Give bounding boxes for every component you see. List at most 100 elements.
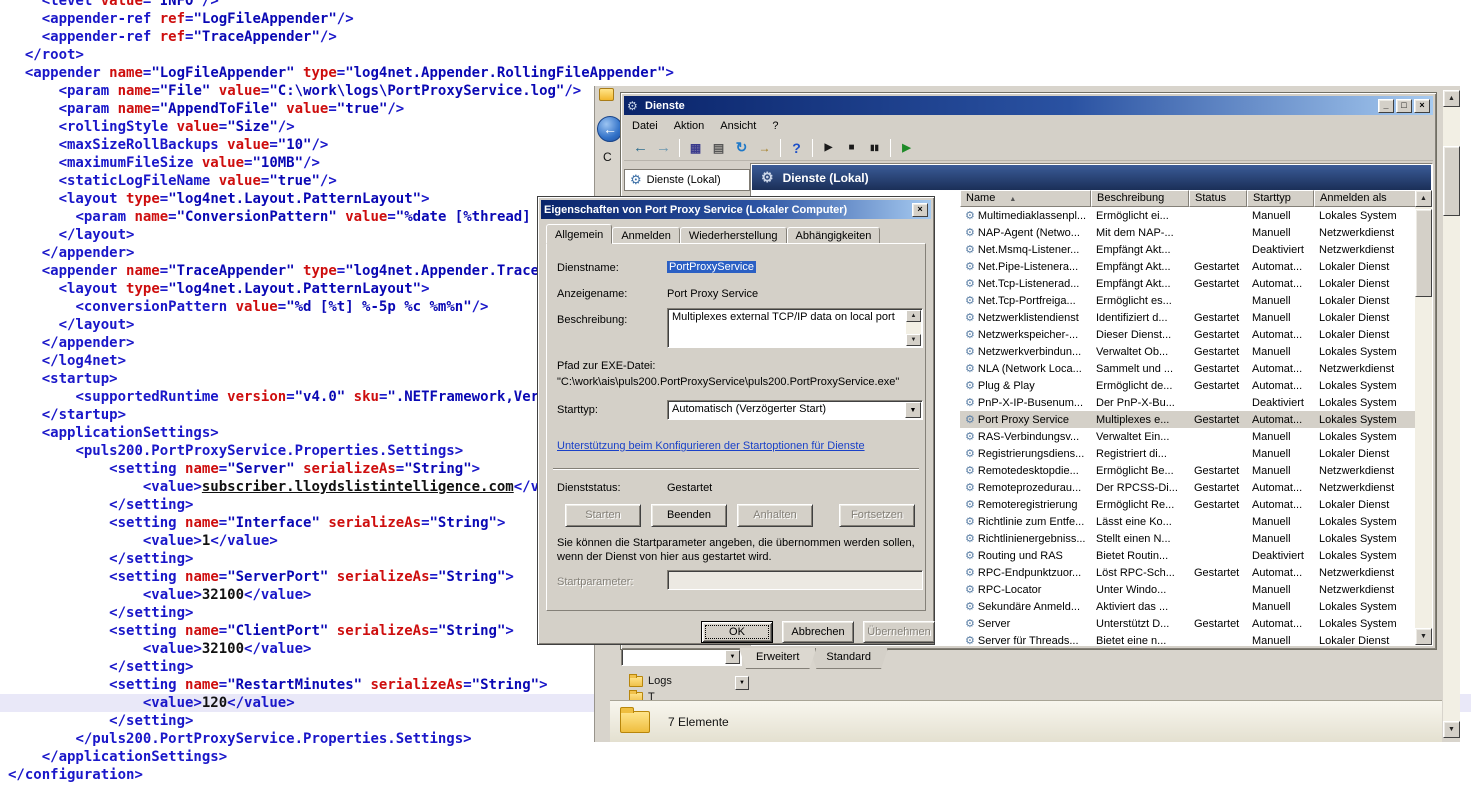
close-button[interactable]: × — [1414, 99, 1430, 113]
column-header-starttyp[interactable]: Starttyp — [1247, 190, 1314, 207]
service-row[interactable]: ⚙Netzwerkspeicher-...Dieser Dienst...Ges… — [960, 326, 1415, 343]
service-row[interactable]: ⚙RPC-LocatorUnter Windo...ManuellNetzwer… — [960, 581, 1415, 598]
service-row[interactable]: ⚙Net.Pipe-Listenera...Empfängt Akt...Ges… — [960, 258, 1415, 275]
service-row[interactable]: ⚙Richtlinienergebniss...Stellt einen N..… — [960, 530, 1415, 547]
maximize-button[interactable]: □ — [1396, 99, 1412, 113]
code-line: <appender name="LogFileAppender" type="l… — [0, 64, 1471, 82]
scroll-down-icon[interactable]: ▼ — [1443, 721, 1460, 738]
dienstname-value[interactable]: PortProxyService — [667, 261, 756, 273]
service-row[interactable]: ⚙Net.Tcp-Listenerad...Empfängt Akt...Ges… — [960, 275, 1415, 292]
cell-status — [1189, 581, 1247, 598]
dropdown-button[interactable]: ▼ — [735, 676, 749, 690]
scroll-up-icon[interactable]: ▲ — [906, 310, 921, 322]
chevron-down-icon[interactable]: ▼ — [725, 650, 740, 664]
service-row[interactable]: ⚙ServerUnterstützt D...GestartetAutomat.… — [960, 615, 1415, 632]
properties-icon[interactable]: ▤ — [708, 137, 729, 158]
stop-service-icon[interactable]: ■ — [841, 137, 862, 158]
show-console-tree-icon[interactable]: ▦ — [685, 137, 706, 158]
service-row[interactable]: ⚙Routing und RASBietet Routin...Deaktivi… — [960, 547, 1415, 564]
filename-combobox[interactable]: ▼ — [621, 648, 742, 666]
cell-anmelden-als: Netzwerkdienst — [1314, 564, 1415, 581]
menu-aktion[interactable]: Aktion — [666, 118, 713, 134]
anhalten-button[interactable]: Anhalten — [737, 504, 813, 527]
service-row[interactable]: ⚙Multimediaklassenpl...Ermöglicht ei...M… — [960, 207, 1415, 224]
beschreibung-scrollbar[interactable]: ▲ ▼ — [906, 310, 921, 346]
tree-root-dienste[interactable]: ⚙ Dienste (Lokal) — [624, 169, 750, 191]
scroll-thumb[interactable] — [1415, 209, 1432, 297]
service-row[interactable]: ⚙Richtlinie zum Entfe...Lässt eine Ko...… — [960, 513, 1415, 530]
tab-standard[interactable]: Standard — [809, 648, 888, 669]
services-scrollbar[interactable]: ▲ ▼ — [1415, 190, 1432, 645]
service-row[interactable]: ⚙PnP-X-IP-Busenum...Der PnP-X-Bu...Deakt… — [960, 394, 1415, 411]
starttyp-combobox[interactable]: Automatisch (Verzögerter Start) ▼ — [667, 400, 923, 420]
pause-service-icon[interactable]: ▮▮ — [864, 137, 885, 158]
service-row[interactable]: ⚙Net.Tcp-Portfreiga...Ermöglicht es...Ma… — [960, 292, 1415, 309]
ok-button[interactable]: OK — [701, 621, 773, 643]
help-icon[interactable]: ? — [786, 137, 807, 158]
menu-ansicht[interactable]: Ansicht — [712, 118, 764, 134]
scroll-thumb[interactable] — [1443, 146, 1460, 216]
forward-icon[interactable]: → — [653, 137, 674, 158]
service-row[interactable]: ⚙Port Proxy ServiceMultiplexes e...Gesta… — [960, 411, 1415, 428]
minimize-button[interactable]: _ — [1378, 99, 1394, 113]
abbrechen-button[interactable]: Abbrechen — [782, 621, 854, 643]
startoptionen-link[interactable]: Unterstützung beim Konfigurieren der Sta… — [557, 440, 865, 452]
menu-help[interactable]: ? — [764, 118, 786, 134]
back-icon[interactable]: ← — [630, 137, 651, 158]
fortsetzen-button[interactable]: Fortsetzen — [839, 504, 915, 527]
service-row[interactable]: ⚙Remoteprozedurau...Der RPCSS-Di...Gesta… — [960, 479, 1415, 496]
scroll-down-icon[interactable]: ▼ — [1415, 628, 1432, 645]
service-gear-icon: ⚙ — [965, 566, 975, 579]
services-list: Name▲BeschreibungStatusStarttypAnmelden … — [960, 190, 1415, 645]
tab-wiederherstellung[interactable]: Wiederherstellung — [680, 227, 787, 244]
service-row[interactable]: ⚙Sekundäre Anmeld...Aktiviert das ...Man… — [960, 598, 1415, 615]
column-header-name[interactable]: Name▲ — [960, 190, 1091, 207]
service-row[interactable]: ⚙Net.Msmq-Listener...Empfängt Akt...Deak… — [960, 241, 1415, 258]
beenden-button[interactable]: Beenden — [651, 504, 727, 527]
column-header-beschreibung[interactable]: Beschreibung — [1091, 190, 1189, 207]
services-icon: ⚙ — [761, 169, 774, 186]
start-service-icon[interactable]: ▶ — [818, 137, 839, 158]
übernehmen-button[interactable]: Übernehmen — [863, 621, 935, 643]
scroll-up-icon[interactable]: ▲ — [1415, 190, 1432, 207]
service-row[interactable]: ⚙Plug & PlayErmöglicht de...GestartetAut… — [960, 377, 1415, 394]
column-header-status[interactable]: Status — [1189, 190, 1247, 207]
export-list-icon[interactable]: → — [754, 137, 775, 158]
service-row[interactable]: ⚙Remotedesktopdie...Ermöglicht Be...Gest… — [960, 462, 1415, 479]
service-row[interactable]: ⚙NetzwerklistendienstIdentifiziert d...G… — [960, 309, 1415, 326]
service-row[interactable]: ⚙RemoteregistrierungErmöglicht Re...Gest… — [960, 496, 1415, 513]
menu-datei[interactable]: Datei — [624, 118, 666, 134]
tab-erweitert[interactable]: Erweitert — [739, 648, 816, 669]
starten-button[interactable]: Starten — [565, 504, 641, 527]
restart-service-icon[interactable]: ▶ — [896, 137, 917, 158]
beschreibung-field[interactable]: Multiplexes external TCP/IP data on loca… — [667, 308, 923, 348]
chevron-down-icon[interactable]: ▼ — [905, 402, 921, 418]
startparameter-input[interactable] — [667, 570, 923, 590]
refresh-icon[interactable]: ↻ — [731, 137, 752, 158]
tab-allgemein[interactable]: Allgemein — [546, 224, 612, 244]
column-header-anmelden-als[interactable]: Anmelden als — [1314, 190, 1415, 207]
scroll-up-icon[interactable]: ▲ — [1443, 90, 1460, 107]
title-bar[interactable]: ⚙ Dienste _ □ × — [624, 96, 1433, 115]
service-gear-icon: ⚙ — [965, 260, 975, 273]
service-row[interactable]: ⚙NLA (Network Loca...Sammelt und ...Gest… — [960, 360, 1415, 377]
service-row[interactable]: ⚙Server für Threads...Bietet eine n...Ma… — [960, 632, 1415, 645]
service-gear-icon: ⚙ — [965, 362, 975, 375]
cell-name: ⚙PnP-X-IP-Busenum... — [960, 394, 1091, 411]
tab-abhaengigkeiten[interactable]: Abhängigkeiten — [787, 227, 881, 244]
folder-icon — [620, 711, 650, 733]
service-row[interactable]: ⚙Registrierungsdiens...Registriert di...… — [960, 445, 1415, 462]
service-row[interactable]: ⚙RPC-Endpunktzuor...Löst RPC-Sch...Gesta… — [960, 564, 1415, 581]
explorer-scrollbar[interactable]: ▲ ▼ — [1443, 90, 1460, 738]
dialog-title-bar[interactable]: Eigenschaften von Port Proxy Service (Lo… — [541, 200, 931, 219]
service-row[interactable]: ⚙Netzwerkverbindun...Verwaltet Ob...Gest… — [960, 343, 1415, 360]
service-row[interactable]: ⚙RAS-Verbindungsv...Verwaltet Ein...Manu… — [960, 428, 1415, 445]
tree-item-logs[interactable]: Logs — [629, 674, 672, 688]
cell-anmelden-als: Lokaler Dienst — [1314, 496, 1415, 513]
tab-anmelden[interactable]: Anmelden — [612, 227, 680, 244]
close-button[interactable]: × — [912, 203, 928, 217]
cell-status: Gestartet — [1189, 479, 1247, 496]
scroll-down-icon[interactable]: ▼ — [906, 334, 921, 346]
cell-anmelden-als: Netzwerkdienst — [1314, 241, 1415, 258]
service-row[interactable]: ⚙NAP-Agent (Netwo...Mit dem NAP-...Manue… — [960, 224, 1415, 241]
